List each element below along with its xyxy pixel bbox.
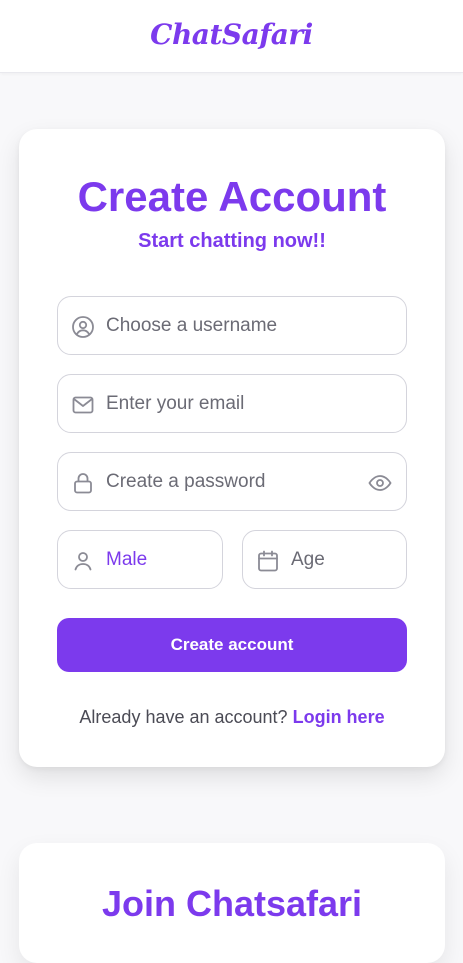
user-circle-icon: [71, 315, 95, 339]
user-icon: [71, 549, 95, 573]
gender-select[interactable]: Male: [57, 530, 223, 589]
login-prompt-text: Already have an account?: [79, 707, 288, 727]
join-section-card: Join Chatsafari: [19, 843, 445, 963]
calendar-icon: [256, 549, 280, 573]
join-section-title: Join Chatsafari: [101, 883, 363, 924]
age-placeholder: Age: [291, 548, 325, 570]
login-prompt-line: Already have an account? Login here: [19, 707, 445, 728]
email-placeholder: Enter your email: [106, 392, 245, 414]
age-field[interactable]: Age: [242, 530, 407, 589]
password-placeholder: Create a password: [106, 470, 266, 492]
gender-value: Male: [106, 548, 148, 570]
username-field[interactable]: Choose a username: [57, 296, 407, 355]
username-placeholder: Choose a username: [106, 314, 278, 336]
lock-icon: [71, 471, 95, 495]
page-subtitle: Start chatting now!!: [138, 230, 326, 252]
app-logo[interactable]: ChatSafari: [150, 18, 313, 51]
page-title: Create Account: [77, 173, 387, 220]
app-header: ChatSafari: [0, 0, 463, 73]
mail-icon: [71, 393, 95, 417]
email-field[interactable]: Enter your email: [57, 374, 407, 433]
login-link[interactable]: Login here: [293, 707, 385, 727]
create-account-button[interactable]: Create account: [57, 618, 407, 672]
password-field[interactable]: Create a password: [57, 452, 407, 511]
signup-card: Create Account Start chatting now!! Choo…: [19, 129, 445, 767]
show-password-eye-icon[interactable]: [368, 471, 392, 495]
